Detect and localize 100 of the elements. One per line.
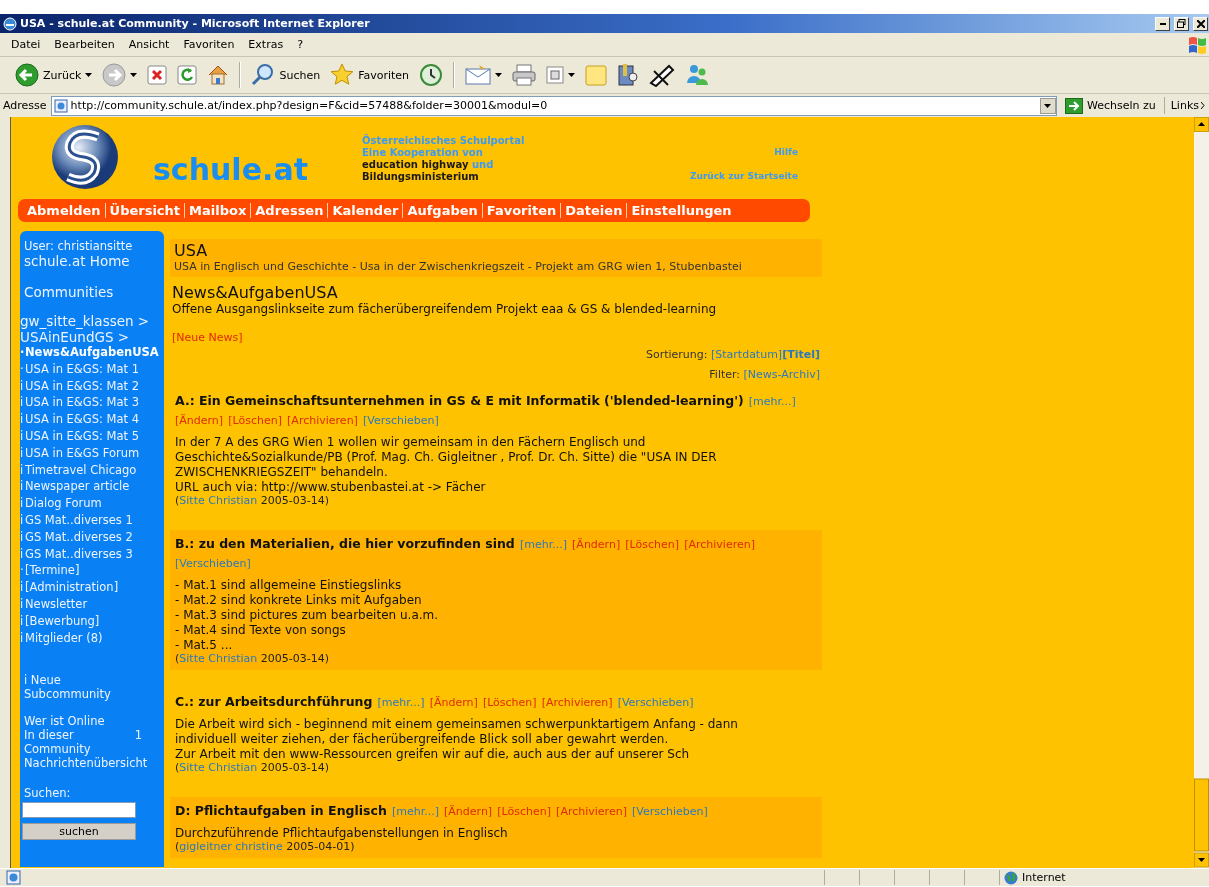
sidebar-link[interactable]: ·[Termine] (20, 562, 164, 580)
author-link[interactable]: Sitte Christian (179, 652, 258, 665)
back-button[interactable]: Zurück (12, 61, 96, 89)
new-news-link[interactable]: [Neue News] (170, 331, 243, 345)
restore-button[interactable] (1174, 16, 1189, 31)
go-button[interactable]: Wechseln zu (1060, 96, 1160, 115)
sidebar-link[interactable]: i Timetravel Chicago (20, 461, 164, 479)
sort-link[interactable]: [Startdatum] (711, 348, 783, 361)
tagline-text: Österreichisches Schulportal (362, 135, 526, 147)
menu-item[interactable]: Datei (4, 36, 48, 53)
author-link[interactable]: Sitte Christian (179, 761, 258, 774)
more-link[interactable]: [mehr...] (391, 805, 439, 818)
sidebar-link[interactable]: i USA in E&GS Forum (20, 444, 164, 462)
scrollbar[interactable] (1194, 117, 1209, 868)
sidebar-link[interactable]: i USA in E&GS: Mat 2 (20, 377, 164, 395)
messages-link[interactable]: Nachrichtenübersicht (20, 756, 164, 771)
breadcrumb-link[interactable]: gw_sitte_klassen > (20, 313, 164, 329)
move-link[interactable]: [Verschieben] (632, 805, 708, 818)
sidebar-link[interactable]: ·News&AufgabenUSA (20, 344, 164, 361)
more-link[interactable]: [mehr...] (519, 538, 567, 551)
home-link[interactable]: schule.at Home (20, 253, 164, 269)
caret-icon[interactable] (495, 73, 503, 77)
delete-link[interactable]: [Löschen] (482, 696, 537, 709)
move-link[interactable]: [Verschieben] (175, 557, 251, 570)
sidebar-link[interactable]: i GS Mat..diverses 3 (20, 545, 164, 563)
sidebar-link[interactable]: i Mitglieder (8) (20, 629, 164, 647)
nav-link[interactable]: Adressen (250, 203, 328, 218)
archive-link[interactable]: [Archivieren] (541, 696, 613, 709)
logo-icon (50, 123, 120, 191)
news-text: In der 7 A des GRG Wien 1 wollen wir gemeinsam in den Fächern Englisch und Geschichte&Sozialkunde/PB (Prof. Mag. Ch. Gigleitner , Prof. Dr. Ch. Sitte) die "USA IN DER ZWISCHENKRIEGSZEIT" behandeln. URL auch via: http://www.stubenbastei.at -> Fächer (175, 435, 718, 495)
caret-icon[interactable] (130, 73, 138, 77)
tagline-text: Bildungsministerium (362, 171, 480, 183)
search-field[interactable] (22, 802, 136, 819)
sidebar-link[interactable]: i[Bewerbung] (20, 612, 164, 630)
go-arrow-icon (1064, 97, 1083, 114)
menu-item[interactable]: ? (290, 36, 310, 53)
caret-icon[interactable] (85, 73, 93, 77)
sort-link[interactable]: [Titel] (782, 348, 820, 361)
sidebar-link[interactable]: i USA in E&GS: Mat 5 (20, 428, 164, 445)
byline: (Sitte Christian 2005-03-14) (175, 761, 330, 775)
sidebar-link[interactable]: i[Administration] (20, 579, 164, 596)
edit-link[interactable]: [Ändern] (429, 696, 478, 709)
menu-item[interactable]: Bearbeiten (47, 36, 122, 53)
sidebar-link[interactable]: i USA in E&GS: Mat 3 (20, 394, 164, 412)
menu-item[interactable]: Extras (241, 36, 291, 53)
nav-link[interactable]: Dateien (560, 203, 627, 218)
author-link[interactable]: gigleitner christine (179, 840, 283, 853)
archive-link[interactable]: [Archivieren] (684, 538, 755, 551)
favorites-button[interactable]: Favoriten (327, 61, 413, 89)
section-title: News&AufgabenUSA (171, 283, 339, 302)
author-link[interactable]: Sitte Christian (179, 494, 258, 507)
sidebar-link[interactable]: i Dialog Forum (20, 495, 164, 512)
help-link[interactable]: Hilfe (774, 147, 798, 157)
nav-link[interactable]: Übersicht (104, 203, 185, 218)
move-link[interactable]: [Verschieben] (617, 696, 694, 709)
sidebar-link[interactable]: i Newsletter (20, 595, 164, 613)
nav-link[interactable]: Abmelden (27, 203, 105, 218)
delete-link[interactable]: [Löschen] (228, 414, 282, 427)
window-icon (546, 66, 565, 84)
search-button[interactable]: Suchen (248, 61, 324, 89)
news-title: C.: zur Arbeitsdurchführung (175, 694, 373, 709)
edit-link[interactable]: [Ändern] (175, 414, 224, 427)
address-field[interactable]: http://community.schule.at/index.php?design=F&cid=57488&folder=30001&modul=0 (50, 95, 1057, 116)
archive-link[interactable]: [Archivieren] (287, 414, 358, 427)
sidebar-link[interactable]: ·USA in E&GS: Mat 1 (20, 360, 164, 378)
edit-link[interactable]: [Ändern] (572, 538, 621, 551)
sidebar-link[interactable]: i Newspaper article (20, 478, 164, 496)
dropdown-button[interactable] (1039, 97, 1056, 114)
communities-link[interactable]: Communities (20, 284, 164, 300)
close-icon (1196, 19, 1205, 28)
breadcrumb-link[interactable]: USAinEundGS > (20, 329, 164, 345)
move-link[interactable]: [Verschieben] (363, 414, 439, 427)
menu-item[interactable]: Ansicht (121, 36, 177, 53)
caret-icon[interactable] (1044, 103, 1052, 108)
sidebar-link[interactable]: i GS Mat..diverses 1 (20, 511, 164, 529)
archive-link[interactable]: [Archivieren] (556, 805, 627, 818)
nav-link[interactable]: Kalender (327, 203, 403, 218)
nav-link[interactable]: Favoriten (481, 203, 561, 218)
search-button[interactable]: suchen (22, 823, 136, 841)
browser-icon (3, 16, 17, 31)
more-link[interactable]: [mehr...] (377, 696, 425, 709)
minimize-button[interactable] (1155, 16, 1170, 31)
news-text: Die Arbeit wird sich - beginnend mit einem gemeinsamen schwerpunktartigem Anfang - dann individuell weiter ziehen, der fächerübergreifende Blick soll aber gewahrt werden. Zur Arbeit mit den www-Ressourcen greifen wir auf die, auch aus der auf unserer Sch (175, 717, 739, 762)
start-page-link[interactable]: Zurück zur Startseite (690, 171, 798, 181)
more-link[interactable]: [mehr...] (748, 395, 796, 408)
nav-link[interactable]: Mailbox (184, 203, 251, 218)
edit-link[interactable]: [Ändern] (444, 805, 493, 818)
caret-icon[interactable] (568, 73, 576, 77)
new-subcommunity-link[interactable]: i Neue Subcommunity (20, 673, 114, 702)
sidebar-link[interactable]: i USA in E&GS: Mat 4 (20, 411, 164, 428)
filter-link[interactable]: [News-Archiv] (743, 368, 820, 381)
delete-link[interactable]: [Löschen] (625, 538, 680, 551)
nav-link[interactable]: Einstellungen (626, 203, 736, 218)
close-button[interactable] (1193, 16, 1208, 31)
nav-link[interactable]: Aufgaben (402, 203, 482, 218)
sidebar-link[interactable]: i GS Mat..diverses 2 (20, 528, 164, 546)
delete-link[interactable]: [Löschen] (497, 805, 551, 818)
links-button[interactable]: Links (1163, 97, 1206, 114)
tagline-text: Eine Kooperation von (362, 147, 484, 159)
menu-item[interactable]: Favoriten (176, 36, 242, 53)
